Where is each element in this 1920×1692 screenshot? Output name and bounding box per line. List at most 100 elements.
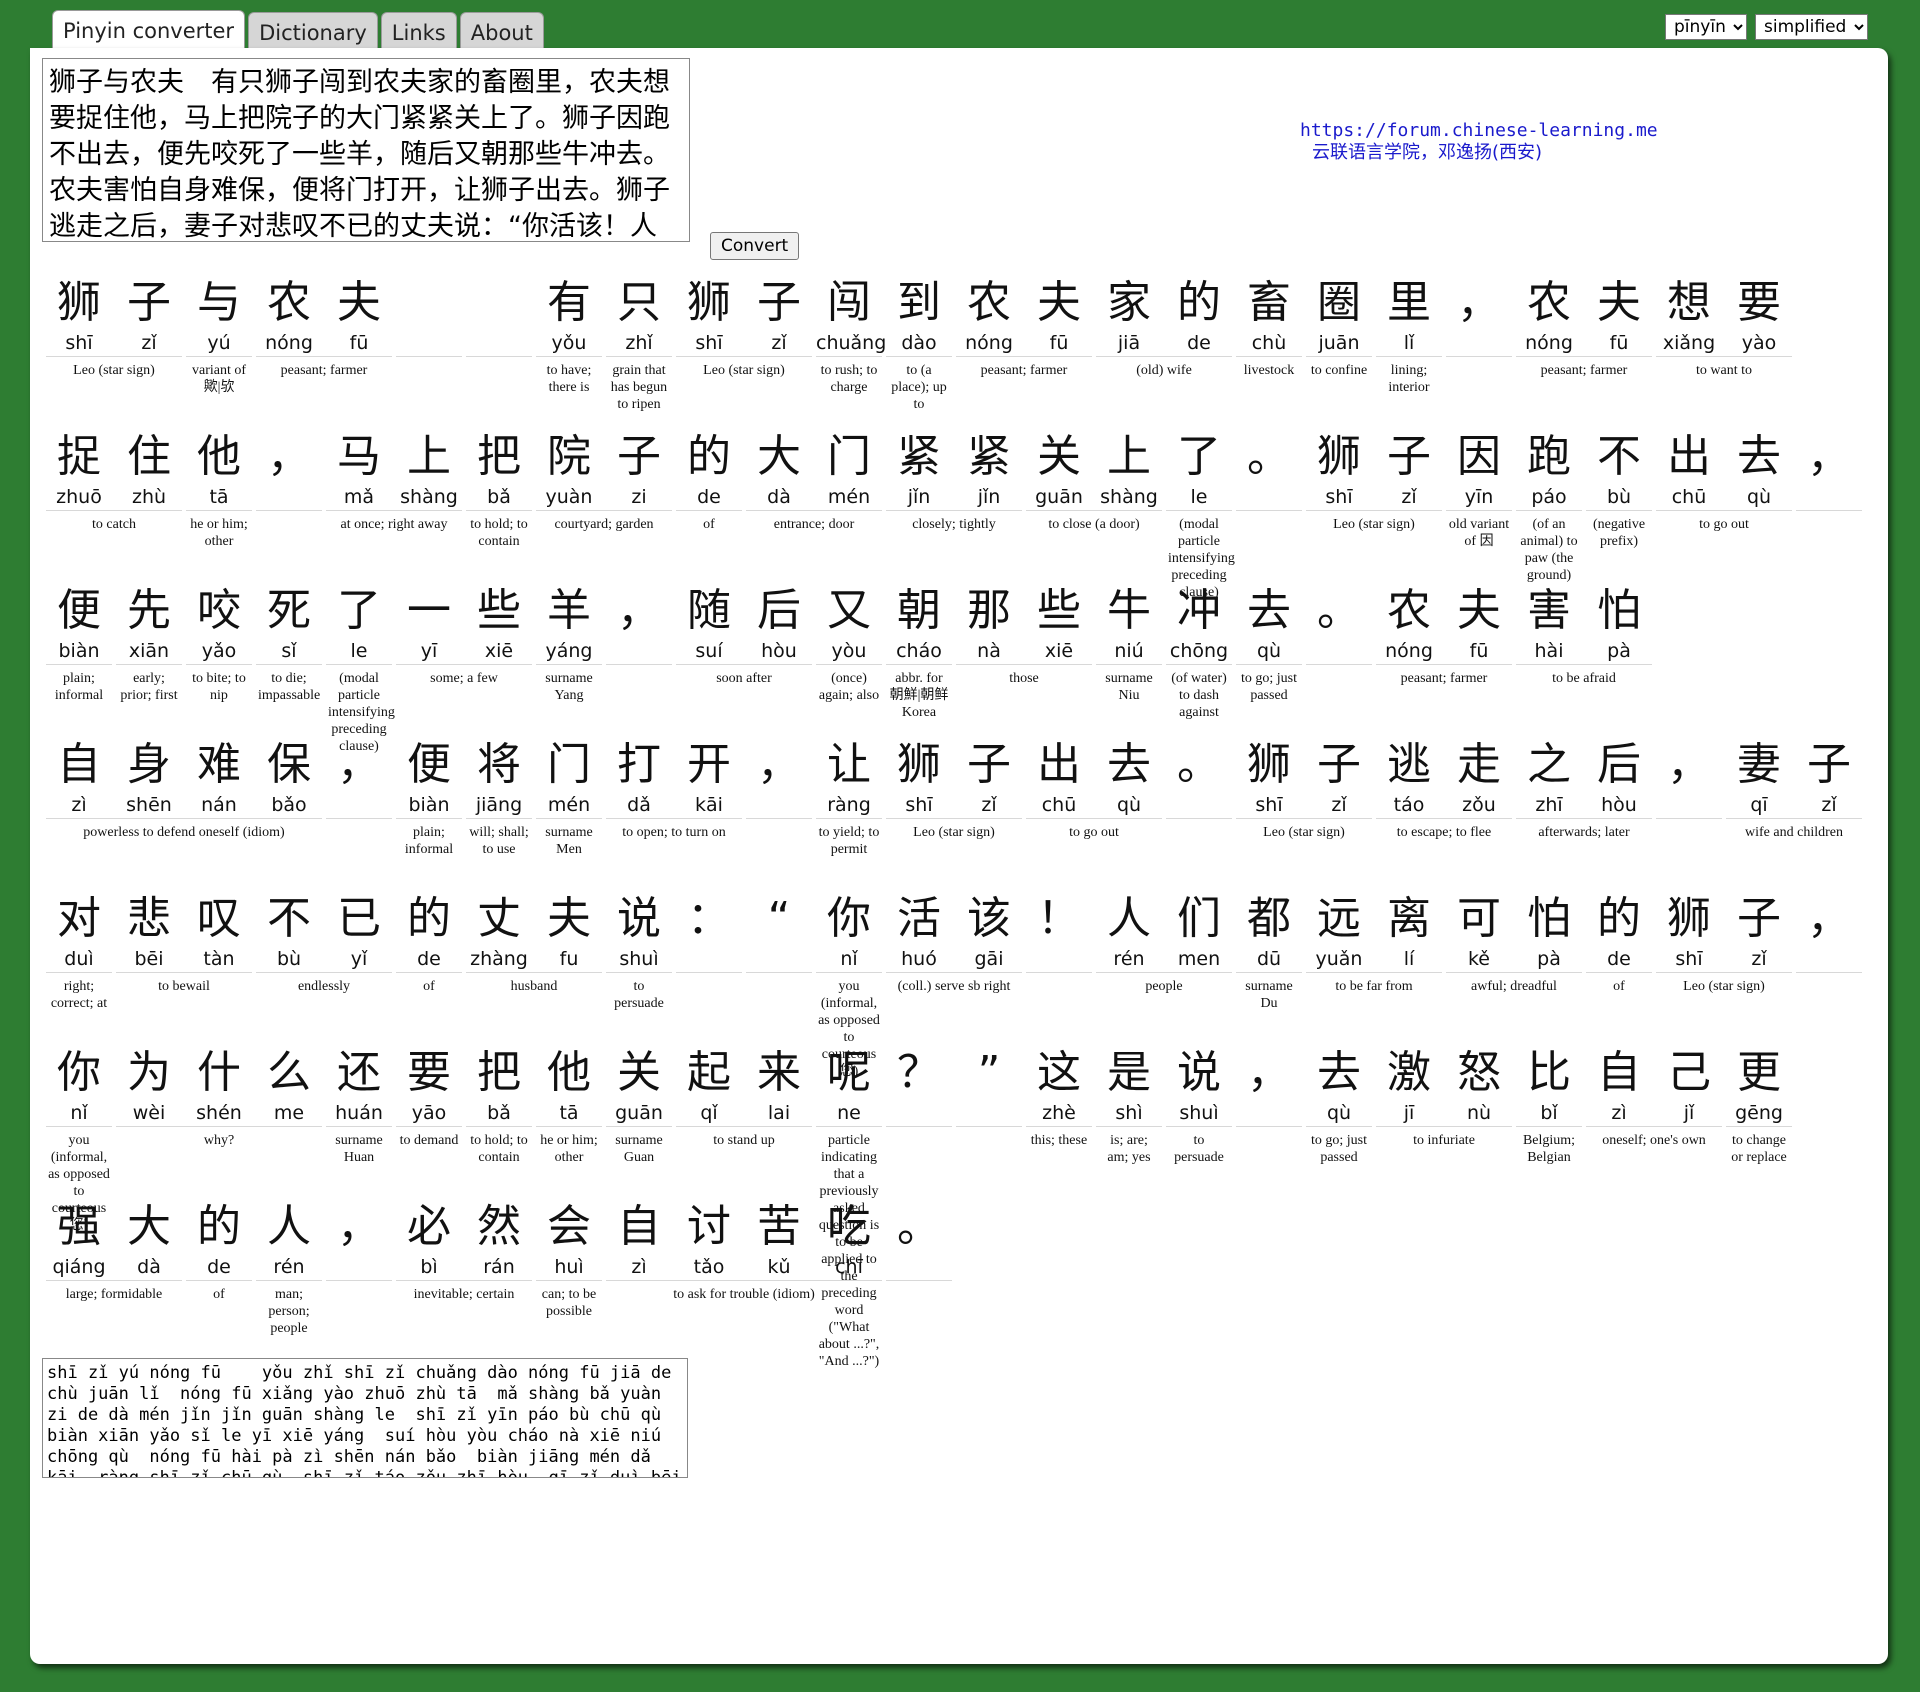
word-block[interactable]: 捉 zhuō 住 zhù to catch: [46, 430, 182, 584]
tab-about[interactable]: About: [459, 12, 544, 51]
word-block[interactable]: 狮 shī 子 zǐ Leo (star sign): [886, 738, 1022, 892]
word-block[interactable]: 妻 qī 子 zǐ wife and children: [1726, 738, 1862, 892]
word-block[interactable]: 远 yuǎn 离 lí to be far from: [1306, 892, 1442, 1046]
word-block[interactable]: 狮 shī 子 zǐ Leo (star sign): [1656, 892, 1792, 1046]
word-block[interactable]: 那 nà 些 xiē those: [956, 584, 1092, 738]
word-block[interactable]: ，: [256, 430, 322, 584]
word-block[interactable]: 便 biàn plain; informal: [396, 738, 462, 892]
word-block[interactable]: 要 yāo to demand: [396, 1046, 462, 1200]
word-block[interactable]: 的 de of: [186, 1200, 252, 1354]
word-block[interactable]: 他 tā he or him; other: [536, 1046, 602, 1200]
convert-button[interactable]: Convert: [710, 232, 800, 260]
word-block[interactable]: 了 le (modal particle intensifying precedin…: [1166, 430, 1235, 600]
word-block[interactable]: 院 yuàn 子 zi courtyard; garden: [536, 430, 672, 584]
word-block[interactable]: 。: [1306, 584, 1372, 738]
word-block[interactable]: 闯 chuǎng to rush; to charge: [816, 276, 886, 430]
word-block[interactable]: 出 chū 去 qù to go out: [1656, 430, 1792, 584]
word-block[interactable]: 便 biàn plain; informal: [46, 584, 112, 738]
word-block[interactable]: 有 yǒu to have; there is: [536, 276, 602, 430]
word-block[interactable]: 因 yīn old variant of 因: [1446, 430, 1512, 584]
word-block[interactable]: 更 gēng to change or replace: [1726, 1046, 1792, 1200]
word-block[interactable]: 人 rén 们 men people: [1096, 892, 1232, 1046]
word-block[interactable]: 关 guān 上 shàng to close (a door): [1026, 430, 1162, 584]
word-block[interactable]: 了 le (modal particle intensifying precedin…: [326, 584, 395, 754]
word-block[interactable]: ，: [326, 1200, 392, 1354]
word-block[interactable]: 是 shì is; are; am; yes: [1096, 1046, 1162, 1200]
word-block[interactable]: 起 qǐ 来 lai to stand up: [676, 1046, 812, 1200]
word-block[interactable]: 悲 bēi 叹 tàn to bewail: [116, 892, 252, 1046]
word-block[interactable]: 圈 juān to confine: [1306, 276, 1372, 430]
word-block[interactable]: 说 shuì to persuade: [1166, 1046, 1232, 1200]
word-block[interactable]: 为 wèi 什 shén 么 me why?: [116, 1046, 322, 1200]
word-block[interactable]: 与 yú variant of 歟|欤: [186, 276, 252, 430]
word-block[interactable]: 出 chū 去 qù to go out: [1026, 738, 1162, 892]
word-block[interactable]: ，: [1656, 738, 1722, 892]
word-block[interactable]: 自 zì 己 jǐ oneself; one's own: [1586, 1046, 1722, 1200]
word-block[interactable]: 家 jiā 的 de (old) wife: [1096, 276, 1232, 430]
word-block[interactable]: ，: [746, 738, 812, 892]
word-block[interactable]: 的 de of: [396, 892, 462, 1046]
word-block[interactable]: 对 duì right; correct; at: [46, 892, 112, 1046]
word-block[interactable]: 只 zhǐ grain that has begun to ripen: [606, 276, 672, 430]
word-block[interactable]: 去 qù to go; just passed: [1236, 584, 1302, 738]
word-block[interactable]: 狮 shī 子 zǐ Leo (star sign): [1306, 430, 1442, 584]
word-block[interactable]: 他 tā he or him; other: [186, 430, 252, 584]
word-block[interactable]: 羊 yáng surname Yang: [536, 584, 602, 738]
word-block[interactable]: 去 qù to go; just passed: [1306, 1046, 1372, 1200]
word-block[interactable]: “: [746, 892, 812, 1046]
word-block[interactable]: 之 zhī 后 hòu afterwards; later: [1516, 738, 1652, 892]
word-block[interactable]: 自 zì 讨 tǎo 苦 kǔ 吃 chī to ask for trouble (idiom): [606, 1200, 882, 1354]
word-block[interactable]: 冲 chōng (of water) to dash against: [1166, 584, 1232, 738]
word-block[interactable]: ，: [1796, 430, 1862, 584]
word-block[interactable]: 自 zì 身 shēn 难 nán 保 bǎo powerless to defend ones…: [46, 738, 322, 892]
word-block[interactable]: 里 lǐ lining; interior: [1376, 276, 1442, 430]
word-block[interactable]: ：: [676, 892, 742, 1046]
word-block[interactable]: 死 sǐ to die; impassable: [256, 584, 322, 738]
word-block[interactable]: 把 bǎ to hold; to contain: [466, 430, 532, 584]
word-block[interactable]: 都 dū surname Du: [1236, 892, 1302, 1046]
source-text-input[interactable]: 狮子与农夫 有只狮子闯到农夫家的畜圈里，农夫想要捉住他，马上把院子的大门紧紧关上…: [42, 58, 690, 242]
word-block[interactable]: 农 nóng 夫 fū peasant; farmer: [1516, 276, 1652, 430]
word-block[interactable]: 呢 ne particle indicating that a previously…: [816, 1046, 882, 1369]
word-block[interactable]: 说 shuì to persuade: [606, 892, 672, 1046]
word-block[interactable]: 让 ràng to yield; to permit: [816, 738, 882, 892]
word-block[interactable]: 大 dà 门 mén entrance; door: [746, 430, 882, 584]
word-block[interactable]: ！: [1026, 892, 1092, 1046]
word-block[interactable]: 的 de of: [676, 430, 742, 584]
word-block[interactable]: 关 guān surname Guan: [606, 1046, 672, 1200]
word-block[interactable]: 将 jiāng will; shall; to use: [466, 738, 532, 892]
word-block[interactable]: 畜 chù livestock: [1236, 276, 1302, 430]
word-block[interactable]: 人 rén man; person; people: [256, 1200, 322, 1354]
word-block[interactable]: 。: [886, 1200, 952, 1354]
word-block[interactable]: 随 suí 后 hòu soon after: [676, 584, 812, 738]
word-block[interactable]: 还 huán surname Huan: [326, 1046, 392, 1200]
word-block[interactable]: ，: [1796, 892, 1862, 1046]
word-block[interactable]: 必 bì 然 rán inevitable; certain: [396, 1200, 532, 1354]
word-block[interactable]: ”: [956, 1046, 1022, 1200]
word-block[interactable]: 丈 zhàng 夫 fu husband: [466, 892, 602, 1046]
tab-pinyin-converter[interactable]: Pinyin converter: [52, 10, 246, 51]
word-block[interactable]: 逃 táo 走 zǒu to escape; to flee: [1376, 738, 1512, 892]
word-block[interactable]: ，: [1446, 276, 1512, 430]
word-block[interactable]: 你 nǐ you (informal, as opposed to courteou…: [46, 1046, 112, 1233]
word-block[interactable]: 农 nóng 夫 fū peasant; farmer: [256, 276, 392, 430]
word-block[interactable]: 打 dǎ 开 kāi to open; to turn on: [606, 738, 742, 892]
word-block[interactable]: 的 de of: [1586, 892, 1652, 1046]
word-block[interactable]: 到 dào to (a place); up to: [886, 276, 952, 430]
word-block[interactable]: [466, 276, 532, 430]
romanization-select[interactable]: pīnyīn: [1665, 14, 1747, 40]
word-block[interactable]: 可 kě 怕 pà awful; dreadful: [1446, 892, 1582, 1046]
word-block[interactable]: 马 mǎ 上 shàng at once; right away: [326, 430, 462, 584]
word-block[interactable]: 把 bǎ to hold; to contain: [466, 1046, 532, 1200]
pinyin-output[interactable]: shī zǐ yú nóng fū yǒu zhǐ shī zǐ chuǎng …: [42, 1358, 688, 1478]
word-block[interactable]: 害 hài 怕 pà to be afraid: [1516, 584, 1652, 738]
tab-links[interactable]: Links: [380, 12, 457, 51]
word-block[interactable]: 激 jī 怒 nù to infuriate: [1376, 1046, 1512, 1200]
word-block[interactable]: ？: [886, 1046, 952, 1200]
word-block[interactable]: 跑 páo (of an animal) to paw (the ground): [1516, 430, 1582, 584]
word-block[interactable]: 强 qiáng 大 dà large; formidable: [46, 1200, 182, 1354]
word-block[interactable]: 不 bù 已 yǐ endlessly: [256, 892, 392, 1046]
word-block[interactable]: 农 nóng 夫 fū peasant; farmer: [1376, 584, 1512, 738]
word-block[interactable]: 狮 shī 子 zǐ Leo (star sign): [46, 276, 182, 430]
script-select[interactable]: simplified: [1755, 14, 1868, 40]
